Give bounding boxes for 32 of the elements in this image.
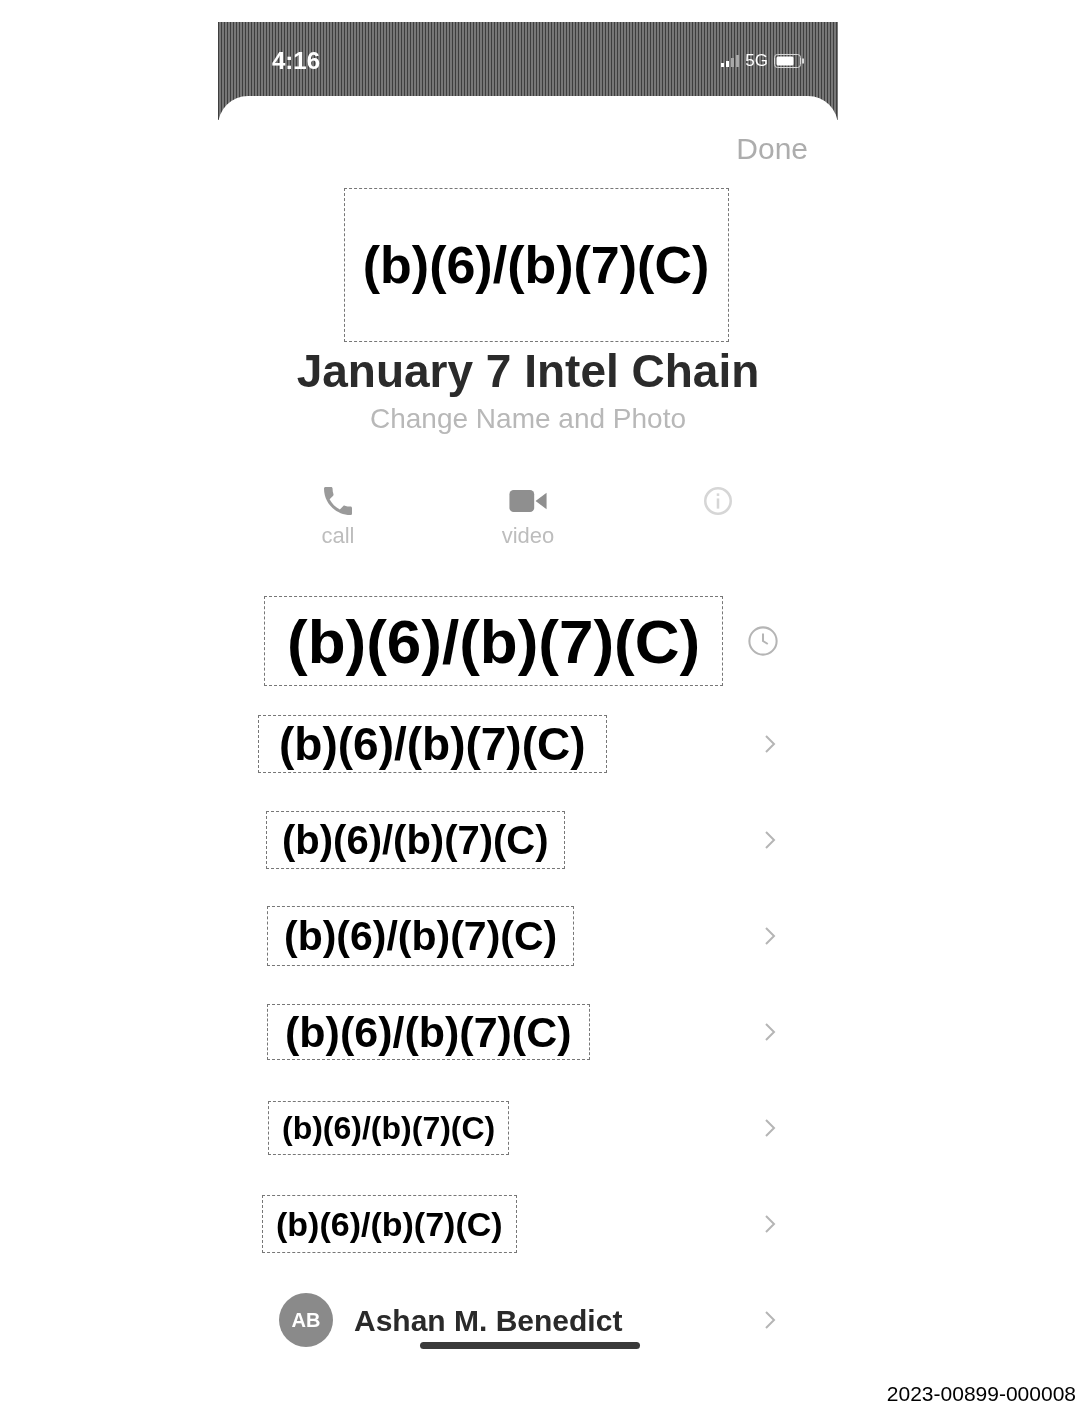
chevron-icon <box>764 830 776 850</box>
video-button[interactable]: video <box>501 487 555 549</box>
network-label: 5G <box>745 52 768 70</box>
avatar: AB <box>279 1293 333 1347</box>
redaction-label: (b)(6)/(b)(7)(C) <box>262 1195 517 1253</box>
phone-icon <box>324 487 352 515</box>
chevron-icon <box>764 734 776 754</box>
chevron-icon <box>764 1310 776 1330</box>
group-name: January 7 Intel Chain <box>296 346 760 396</box>
contact-name: Ashan M. Benedict <box>354 1303 624 1338</box>
info-button[interactable] <box>704 487 732 515</box>
redaction-label: (b)(6)/(b)(7)(C) <box>258 715 607 773</box>
redaction-label: (b)(6)/(b)(7)(C) <box>266 811 565 869</box>
status-time: 4:16 <box>272 48 321 74</box>
chevron-icon <box>764 1022 776 1042</box>
document-number: 2023-00899-000008 <box>886 1383 1076 1405</box>
chevron-icon <box>764 1214 776 1234</box>
change-name-link[interactable]: Change Name and Photo <box>370 403 686 435</box>
redaction-label: (b)(6)/(b)(7)(C) <box>267 906 575 966</box>
redaction-label: (b)(6)/(b)(7)(C) <box>343 188 729 342</box>
call-button[interactable]: call <box>321 487 355 549</box>
signal-icon <box>721 55 740 67</box>
chevron-icon <box>764 926 776 946</box>
redaction-label: (b)(6)/(b)(7)(C) <box>267 1004 590 1060</box>
redaction-label: (b)(6)/(b)(7)(C) <box>268 1101 510 1155</box>
redaction-label: (b)(6)/(b)(7)(C) <box>264 596 724 686</box>
chevron-icon <box>764 1118 776 1138</box>
clock-icon <box>748 626 778 656</box>
done-button[interactable]: Done <box>736 132 808 166</box>
battery-icon <box>774 54 804 68</box>
video-camera-icon <box>509 490 547 512</box>
info-icon <box>704 487 732 515</box>
